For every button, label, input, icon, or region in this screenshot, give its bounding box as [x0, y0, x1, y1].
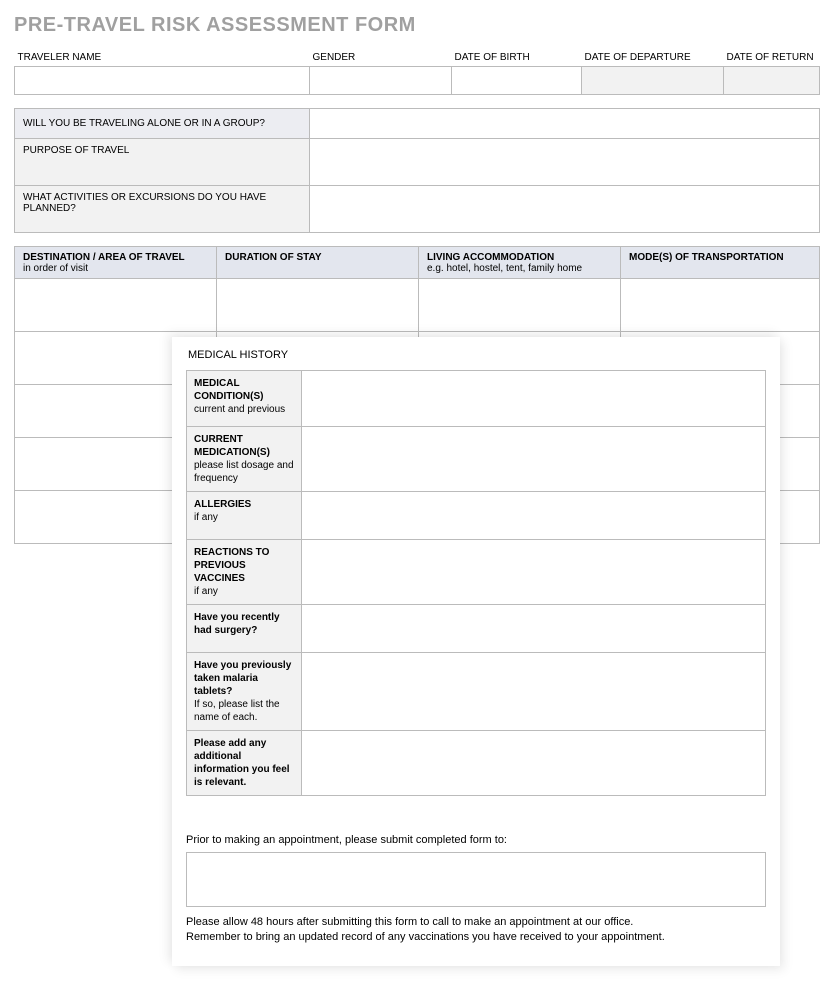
traveler-name-input[interactable]: [15, 67, 310, 95]
gender-label: GENDER: [310, 50, 452, 67]
current-medications-label: CURRENT MEDICATION(S)please list dosage …: [187, 427, 302, 492]
malaria-tablets-input[interactable]: [302, 653, 766, 731]
vaccine-reactions-label: REACTIONS TO PREVIOUS VACCINESif any: [187, 540, 302, 605]
page-title: PRE-TRAVEL RISK ASSESSMENT FORM: [14, 14, 820, 37]
table-cell[interactable]: [419, 279, 621, 332]
transportation-header: MODE(S) OF TRANSPORTATION: [621, 247, 820, 279]
dob-input[interactable]: [452, 67, 582, 95]
additional-info-input[interactable]: [302, 731, 766, 796]
medical-history-heading: MEDICAL HISTORY: [188, 349, 766, 361]
medical-conditions-label: MEDICAL CONDITION(S)current and previous: [187, 371, 302, 427]
footer-note: Please allow 48 hours after submitting t…: [186, 915, 766, 946]
return-input[interactable]: [724, 67, 820, 95]
departure-input[interactable]: [582, 67, 724, 95]
allergies-input[interactable]: [302, 492, 766, 540]
surgery-label: Have you recently had surgery?: [187, 605, 302, 653]
purpose-table: WILL YOU BE TRAVELING ALONE OR IN A GROU…: [14, 108, 820, 233]
alone-group-input[interactable]: [310, 109, 820, 139]
traveler-name-label: TRAVELER NAME: [15, 50, 310, 67]
submit-note: Prior to making an appointment, please s…: [186, 834, 766, 846]
accommodation-header: LIVING ACCOMMODATIONe.g. hotel, hostel, …: [419, 247, 621, 279]
allergies-label: ALLERGIESif any: [187, 492, 302, 540]
surgery-input[interactable]: [302, 605, 766, 653]
dob-label: DATE OF BIRTH: [452, 50, 582, 67]
purpose-input[interactable]: [310, 139, 820, 186]
table-cell[interactable]: [15, 279, 217, 332]
activities-input[interactable]: [310, 186, 820, 233]
destination-header: DESTINATION / AREA OF TRAVELin order of …: [15, 247, 217, 279]
medical-conditions-input[interactable]: [302, 371, 766, 427]
malaria-tablets-label: Have you previously taken malaria tablet…: [187, 653, 302, 731]
table-cell[interactable]: [621, 279, 820, 332]
traveler-info-table: TRAVELER NAME GENDER DATE OF BIRTH DATE …: [14, 50, 820, 95]
purpose-label: PURPOSE OF TRAVEL: [15, 139, 310, 186]
departure-label: DATE OF DEPARTURE: [582, 50, 724, 67]
activities-label: WHAT ACTIVITIES OR EXCURSIONS DO YOU HAV…: [15, 186, 310, 233]
additional-info-label: Please add any additional information yo…: [187, 731, 302, 796]
medical-history-table: MEDICAL CONDITION(S)current and previous…: [186, 370, 766, 796]
alone-group-label: WILL YOU BE TRAVELING ALONE OR IN A GROU…: [15, 109, 310, 139]
medical-history-overlay: MEDICAL HISTORY MEDICAL CONDITION(S)curr…: [172, 337, 780, 966]
vaccine-reactions-input[interactable]: [302, 540, 766, 605]
gender-input[interactable]: [310, 67, 452, 95]
submit-to-input[interactable]: [186, 852, 766, 907]
current-medications-input[interactable]: [302, 427, 766, 492]
table-cell[interactable]: [217, 279, 419, 332]
return-label: DATE OF RETURN: [724, 50, 820, 67]
duration-header: DURATION OF STAY: [217, 247, 419, 279]
